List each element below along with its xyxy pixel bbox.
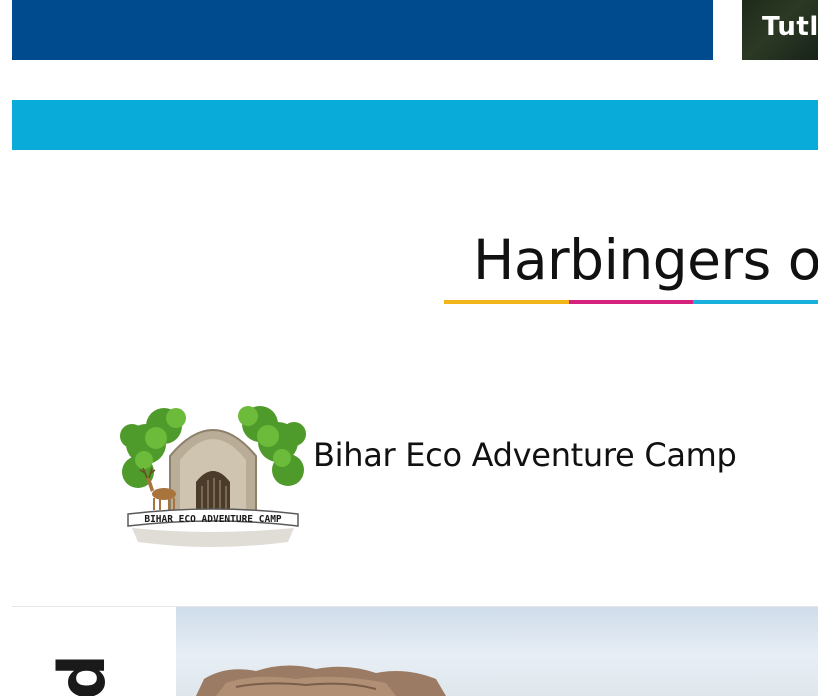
card-photo[interactable] [176,607,818,696]
bihar-eco-adventure-camp-logo[interactable]: BIHAR ECO ADVENTURE CAMP [118,402,308,550]
card-text-panel: p [12,607,176,696]
partner-name[interactable]: Bihar Eco Adventure Camp [313,436,737,474]
underline-magenta-segment [568,300,694,304]
rock-landscape-image [196,665,446,696]
promo-text: Tutl [762,12,818,42]
title-underline [444,300,818,304]
logo-lettering: BIHAR ECO ADVENTURE CAMP [144,514,282,525]
cyan-menu-band [12,100,818,150]
underline-yellow-segment [444,300,569,304]
card-rotated-letter: p [52,654,127,696]
promo-tile[interactable]: Tutl [742,0,818,60]
section-title: Harbingers o [473,228,818,292]
underline-cyan-segment [693,300,818,304]
top-navigation-bar [12,0,713,60]
content-card-strip: p [12,606,818,696]
